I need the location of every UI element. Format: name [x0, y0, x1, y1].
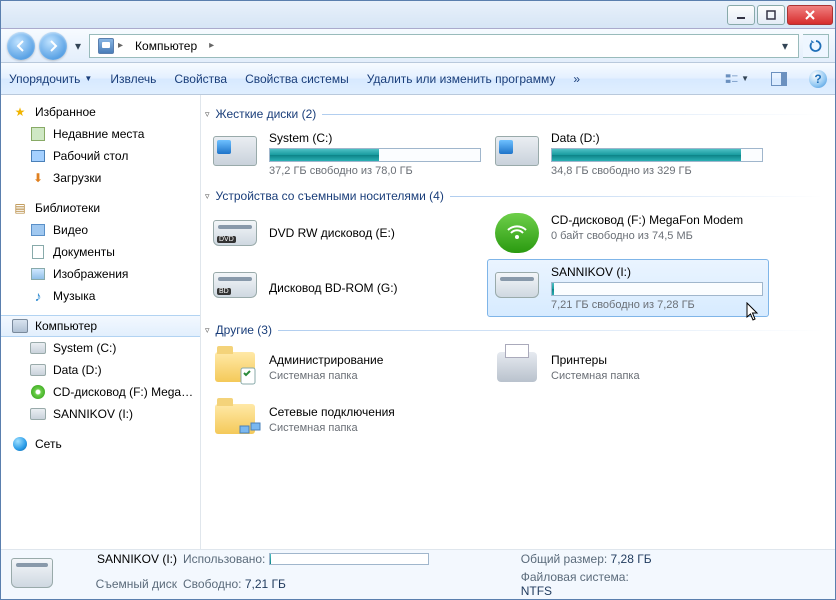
star-icon: ★ — [11, 104, 29, 120]
libraries-icon: ▤ — [11, 200, 29, 216]
minimize-button[interactable] — [727, 5, 755, 25]
status-type: Съемный диск — [67, 577, 177, 591]
removable-drive-icon — [495, 272, 539, 298]
toolbar-properties[interactable]: Свойства — [174, 72, 227, 86]
hdd-icon — [213, 136, 257, 166]
drive-icon — [30, 408, 46, 420]
network-folder-icon — [215, 404, 255, 434]
toolbar: Упорядочить▼ Извлечь Свойства Свойства с… — [1, 63, 835, 95]
status-used-bar — [269, 553, 429, 565]
drive-bd-g[interactable]: BD Дисковод BD-ROM (G:) — [205, 259, 487, 317]
close-button[interactable] — [787, 5, 833, 25]
dvd-icon: DVD — [213, 220, 257, 246]
breadcrumb-sep-icon: ▸ — [209, 40, 214, 51]
picture-icon — [31, 268, 45, 280]
desktop-icon — [31, 150, 45, 162]
drive-system-c[interactable]: System (C:) 37,2 ГБ свободно из 78,0 ГБ — [205, 125, 487, 183]
cd-icon — [31, 385, 45, 399]
tree-network[interactable]: Сеть — [1, 433, 200, 455]
capacity-bar — [551, 148, 763, 162]
drive-data-d[interactable]: Data (D:) 34,8 ГБ свободно из 329 ГБ — [487, 125, 769, 183]
maximize-button[interactable] — [757, 5, 785, 25]
nav-history-dropdown[interactable]: ▾ — [71, 39, 85, 53]
video-icon — [31, 224, 45, 236]
tree-pictures[interactable]: Изображения — [1, 263, 200, 285]
collapse-icon: ▿ — [205, 325, 210, 336]
network-icon — [13, 437, 27, 451]
preview-pane-button[interactable] — [767, 68, 791, 90]
bd-icon: BD — [213, 272, 257, 298]
downloads-icon: ⬇ — [29, 170, 47, 186]
computer-icon — [12, 319, 28, 333]
drive-cd-f[interactable]: CD-дисковод (F:) MegaFon Modem 0 байт св… — [487, 207, 769, 259]
tree-videos[interactable]: Видео — [1, 219, 200, 241]
tree-drive-d[interactable]: Data (D:) — [1, 359, 200, 381]
computer-icon — [98, 38, 114, 54]
admin-tools-icon — [215, 352, 255, 382]
tree-libraries[interactable]: ▤Библиотеки — [1, 197, 200, 219]
drive-icon — [30, 342, 46, 354]
capacity-bar — [551, 282, 763, 296]
toolbar-organize[interactable]: Упорядочить▼ — [9, 72, 92, 86]
section-removable[interactable]: ▿Устройства со съемными носителями (4) — [205, 189, 823, 203]
view-options-button[interactable]: ▼ — [725, 68, 749, 90]
item-network-connections[interactable]: Сетевые подключенияСистемная папка — [205, 393, 487, 445]
tree-drive-f[interactable]: CD-дисковод (F:) MegaFon — [1, 381, 200, 403]
music-icon: ♪ — [29, 288, 47, 304]
content-pane: ▿Жесткие диски (2) System (C:) 37,2 ГБ с… — [201, 95, 835, 549]
hdd-icon — [495, 136, 539, 166]
details-pane: SANNIKOV (I:) Использовано: Общий размер… — [1, 549, 835, 599]
breadcrumb-sep-icon: ▸ — [118, 40, 123, 51]
section-other[interactable]: ▿Другие (3) — [205, 323, 823, 337]
collapse-icon: ▿ — [205, 191, 210, 202]
tree-music[interactable]: ♪Музыка — [1, 285, 200, 307]
nav-tree: ★Избранное Недавние места Рабочий стол ⬇… — [1, 95, 201, 549]
tree-documents[interactable]: Документы — [1, 241, 200, 263]
section-hdd[interactable]: ▿Жесткие диски (2) — [205, 107, 823, 121]
navbar: ▾ ▸ Компьютер ▸ ▾ — [1, 29, 835, 63]
nav-forward-button[interactable] — [39, 32, 67, 60]
toolbar-eject[interactable]: Извлечь — [110, 72, 156, 86]
capacity-bar — [269, 148, 481, 162]
recent-icon — [31, 127, 45, 141]
explorer-body: ★Избранное Недавние места Рабочий стол ⬇… — [1, 95, 835, 549]
titlebar — [1, 1, 835, 29]
tree-downloads[interactable]: ⬇Загрузки — [1, 167, 200, 189]
breadcrumb-computer[interactable]: Компьютер — [135, 39, 197, 53]
address-bar[interactable]: ▸ Компьютер ▸ ▾ — [89, 34, 799, 58]
explorer-window: ▾ ▸ Компьютер ▸ ▾ Упорядочить▼ Извлечь С… — [0, 0, 836, 600]
modem-icon — [495, 213, 539, 253]
tree-recent[interactable]: Недавние места — [1, 123, 200, 145]
tree-drive-c[interactable]: System (C:) — [1, 337, 200, 359]
collapse-icon: ▿ — [205, 109, 210, 120]
item-printers[interactable]: ПринтерыСистемная папка — [487, 341, 769, 393]
drive-sannikov-i[interactable]: SANNIKOV (I:) 7,21 ГБ свободно из 7,28 Г… — [487, 259, 769, 317]
removable-drive-icon — [11, 558, 53, 588]
printer-icon — [497, 352, 537, 382]
item-admin[interactable]: АдминистрированиеСистемная папка — [205, 341, 487, 393]
tree-computer[interactable]: Компьютер — [1, 315, 200, 337]
toolbar-system-properties[interactable]: Свойства системы — [245, 72, 349, 86]
tree-desktop[interactable]: Рабочий стол — [1, 145, 200, 167]
status-title: SANNIKOV (I:) — [67, 552, 177, 566]
nav-back-button[interactable] — [7, 32, 35, 60]
refresh-button[interactable] — [803, 34, 829, 58]
drive-icon — [30, 364, 46, 376]
address-dropdown[interactable]: ▾ — [774, 35, 796, 57]
toolbar-uninstall[interactable]: Удалить или изменить программу — [367, 72, 556, 86]
tree-drive-i[interactable]: SANNIKOV (I:) — [1, 403, 200, 425]
help-button[interactable]: ? — [809, 70, 827, 88]
drive-dvd-e[interactable]: DVD DVD RW дисковод (E:) — [205, 207, 487, 259]
document-icon — [32, 245, 44, 259]
tree-favorites[interactable]: ★Избранное — [1, 101, 200, 123]
toolbar-more[interactable]: » — [573, 72, 580, 86]
